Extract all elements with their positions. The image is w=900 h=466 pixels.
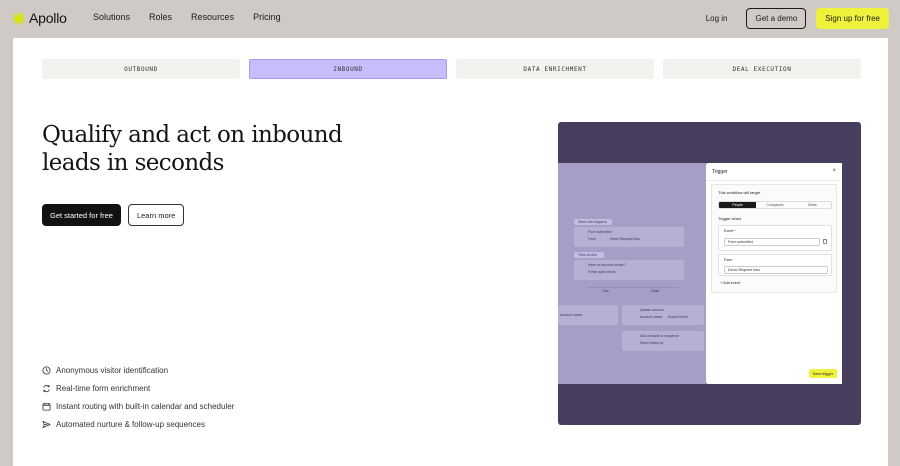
form-box: Form Demo Request Inbo: [718, 254, 832, 276]
form-select[interactable]: Demo Request Inbo: [724, 266, 828, 274]
trigger-title: Trigger: [712, 169, 728, 175]
get-demo-button[interactable]: Get a demo: [746, 8, 807, 29]
target-label: This workflow will target: [718, 190, 761, 195]
hero-headline: Qualify and act on inbound leads in seco…: [42, 121, 402, 177]
add-event-label: Add event: [723, 281, 741, 285]
feature-item: Real-time form enrichment: [42, 379, 234, 397]
branch-line: [588, 287, 678, 288]
update-chip-1: Account owner: [640, 315, 663, 319]
when-label: When this happens: [578, 220, 608, 224]
event-select[interactable]: Form submitted: [724, 238, 820, 246]
feature-text: Automated nurture & follow-up sequences: [56, 419, 205, 429]
workflow-canvas: When this happens Form submitted Form De…: [558, 163, 706, 384]
divider: [706, 180, 842, 181]
nav-links: Solutions Roles Resources Pricing: [93, 12, 281, 22]
send-icon: [42, 420, 51, 428]
account-owner-label: Account owner: [560, 313, 583, 317]
use-case-tabs: OUTBOUND INBOUND DATA ENRICHMENT DEAL EX…: [42, 59, 861, 79]
form-label: Form: [724, 258, 733, 262]
tab-outbound[interactable]: OUTBOUND: [42, 59, 240, 79]
visitor-id-icon: [42, 365, 51, 375]
tab-inbound[interactable]: INBOUND: [249, 59, 447, 79]
nav-link-resources[interactable]: Resources: [191, 12, 234, 22]
feature-list: Anonymous visitor identification Real-ti…: [42, 361, 234, 433]
nav-actions: Log in Get a demo Sign up for free: [706, 8, 889, 29]
segment-deals[interactable]: Deals: [794, 202, 831, 208]
tab-deal-execution[interactable]: DEAL EXECUTION: [663, 59, 861, 79]
feature-item: Automated nurture & follow-up sequences: [42, 415, 234, 433]
sequence-title: Add contacts to sequence: [640, 334, 680, 338]
owner-sub: If then split criteria: [588, 270, 616, 274]
tab-data-enrichment[interactable]: DATA ENRICHMENT: [456, 59, 654, 79]
event-value: Form submitted: [728, 240, 753, 244]
signup-button[interactable]: Sign up for free: [816, 8, 889, 29]
add-event-button[interactable]: + Add event: [720, 281, 740, 285]
feature-text: Anonymous visitor identification: [56, 365, 169, 375]
get-started-button[interactable]: Get started for free: [42, 204, 121, 226]
close-icon[interactable]: ×: [832, 168, 836, 174]
product-screenshot: When this happens Form submitted Form De…: [558, 122, 861, 425]
update-chip-2: Round Robin: [668, 315, 688, 319]
update-title: Update account: [640, 308, 664, 312]
form-value: Demo Request Inbo: [728, 268, 760, 272]
sequence-chip: Demo follow up: [640, 341, 664, 345]
headline-line-2: leads in seconds: [42, 150, 224, 176]
segment-people[interactable]: People: [719, 202, 757, 208]
feature-text: Real-time form enrichment: [56, 383, 151, 393]
apollo-logo-icon: [12, 11, 26, 25]
event-box: Event * Form submitted: [718, 225, 832, 251]
nav-link-roles[interactable]: Roles: [149, 12, 172, 22]
feature-item: Anonymous visitor identification: [42, 361, 234, 379]
nav-link-solutions[interactable]: Solutions: [93, 12, 130, 22]
brand-name: Apollo: [29, 10, 67, 26]
form-sub: Form: [588, 237, 596, 241]
event-label: Event *: [724, 229, 736, 233]
calendar-icon: [42, 402, 51, 411]
owner-title: Have an account owner?: [588, 263, 626, 267]
nav-link-pricing[interactable]: Pricing: [253, 12, 281, 22]
then-label: Then do this: [578, 253, 597, 257]
main-panel: OUTBOUND INBOUND DATA ENRICHMENT DEAL EX…: [13, 38, 888, 466]
segment-companies[interactable]: Companies: [756, 202, 793, 208]
trash-icon[interactable]: [823, 239, 827, 244]
brand-logo[interactable]: Apollo: [12, 10, 67, 26]
target-segmented-control: People Companies Deals: [718, 201, 832, 209]
branch-false: False: [651, 289, 660, 293]
form-title: Form submitted: [588, 230, 612, 234]
save-trigger-button[interactable]: Save trigger: [808, 369, 837, 378]
hero-cta-row: Get started for free Learn more: [42, 204, 185, 226]
feature-item: Instant routing with built-in calendar a…: [42, 397, 234, 415]
feature-text: Instant routing with built-in calendar a…: [56, 401, 235, 411]
trigger-card: This workflow will target People Compani…: [711, 184, 837, 293]
learn-more-button[interactable]: Learn more: [127, 204, 185, 226]
top-nav: Apollo Solutions Roles Resources Pricing…: [0, 0, 900, 37]
branch-true: True: [602, 289, 609, 293]
headline-line-1: Qualify and act on inbound: [42, 122, 343, 148]
form-chip: Demo Request Inbo: [610, 237, 641, 241]
login-link[interactable]: Log in: [706, 14, 728, 23]
refresh-icon: [43, 384, 50, 392]
trigger-panel: Trigger × This workflow will target Peop…: [706, 163, 842, 384]
trigger-when-label: Trigger when: [718, 216, 742, 221]
